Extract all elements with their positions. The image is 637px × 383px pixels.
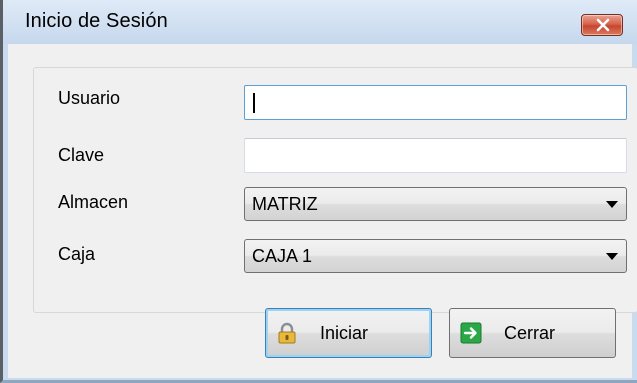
chevron-down-icon[interactable] [606,253,618,260]
iniciar-button-label: Iniciar [320,323,369,343]
clave-password-input[interactable] [244,138,627,173]
window-title: Inicio de Sesión [25,10,168,32]
lock-icon [278,322,296,344]
title-bar[interactable]: Inicio de Sesión [3,0,637,44]
almacen-select[interactable]: MATRIZ [244,187,627,221]
close-icon [596,18,610,32]
usuario-input[interactable] [244,85,627,120]
caja-label: Caja [58,244,96,264]
almacen-label: Almacen [58,192,129,212]
window-content: Usuario Clave Almacen MATRIZ Caja CAJA 1 [8,44,637,378]
caja-select[interactable]: CAJA 1 [244,239,627,273]
exit-arrow-icon [460,322,482,344]
caja-selected-value: CAJA 1 [252,246,313,266]
usuario-label: Usuario [58,88,121,108]
login-window: Inicio de Sesión Usuario Clave Almacen M… [0,0,637,383]
text-caret [253,93,255,113]
chevron-down-icon[interactable] [606,201,618,208]
login-fields-group: Usuario Clave Almacen MATRIZ Caja CAJA 1 [33,67,637,313]
iniciar-button[interactable]: Iniciar [265,308,432,358]
close-window-button[interactable] [581,14,623,36]
almacen-selected-value: MATRIZ [252,194,318,214]
clave-label: Clave [58,145,105,165]
cerrar-button[interactable]: Cerrar [449,308,616,358]
cerrar-button-label: Cerrar [504,323,556,343]
